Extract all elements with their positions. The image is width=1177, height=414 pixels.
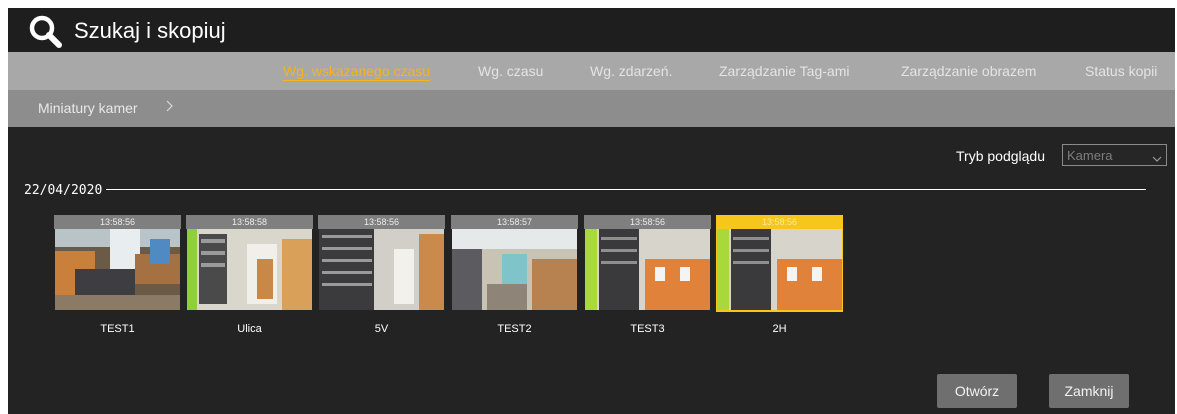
thumbnail-timestamp: 13:58:56: [716, 215, 843, 229]
camera-snapshot: [55, 229, 180, 310]
breadcrumb-camera-thumbnails[interactable]: Miniatury kamer: [38, 100, 138, 116]
tab-bar: Wg. wskazanego czasu Wg. czasu Wg. zdarz…: [8, 52, 1175, 90]
camera-name: Ulica: [237, 323, 262, 335]
thumbnail-timestamp: 13:58:56: [318, 215, 445, 229]
tab-image-management[interactable]: Zarządzanie obrazem: [901, 63, 1036, 79]
camera-thumbnail-ulica[interactable]: 13:58:58 Ulica: [186, 215, 313, 335]
tab-by-time[interactable]: Wg. czasu: [478, 63, 543, 79]
thumbnail-timestamp: 13:58:58: [186, 215, 313, 229]
camera-name: TEST3: [630, 323, 665, 335]
tab-backup-status[interactable]: Status kopii: [1085, 63, 1157, 79]
camera-thumbnail-test1[interactable]: 13:58:56 TEST1: [54, 215, 181, 335]
camera-thumbnail-test2[interactable]: 13:58:57 TEST2: [451, 215, 578, 335]
camera-thumbnail-test3[interactable]: 13:58:56 TEST3: [584, 215, 711, 335]
search-icon: [28, 14, 62, 48]
tab-tag-management[interactable]: Zarządzanie Tag-ami: [719, 63, 849, 79]
camera-snapshot: [187, 229, 312, 310]
tab-by-specified-time[interactable]: Wg. wskazanego czasu: [283, 63, 431, 81]
thumbnail-timestamp: 13:58:57: [451, 215, 578, 229]
thumbnail-timestamp: 13:58:56: [584, 215, 711, 229]
breadcrumb: Miniatury kamer: [8, 90, 1175, 127]
tab-by-events[interactable]: Wg. zdarzeń.: [590, 63, 672, 79]
camera-name: TEST1: [100, 323, 135, 335]
camera-name: 2H: [772, 323, 787, 335]
thumbnail-timestamp: 13:58:56: [54, 215, 181, 229]
camera-snapshot: [319, 229, 444, 310]
search-copy-window: Szukaj i skopiuj Wg. wskazanego czasu Wg…: [8, 8, 1175, 414]
close-button[interactable]: Zamknij: [1049, 374, 1129, 408]
preview-mode-label: Tryb podglądu: [956, 148, 1045, 164]
window-title: Szukaj i skopiuj: [74, 18, 226, 43]
date-divider: [106, 189, 1146, 190]
camera-thumbnail-5v[interactable]: 13:58:56 5V: [318, 215, 445, 335]
date-label: 22/04/2020: [24, 183, 103, 198]
camera-name: TEST2: [497, 323, 532, 335]
title-bar: Szukaj i skopiuj: [8, 8, 1175, 52]
camera-name: 5V: [374, 323, 389, 335]
open-button[interactable]: Otwórz: [937, 374, 1017, 408]
preview-mode-value: Kamera: [1067, 148, 1113, 163]
camera-thumbnail-2h[interactable]: 13:58:56 2H: [716, 215, 843, 335]
camera-snapshot: [452, 229, 577, 310]
chevron-down-icon: [1152, 150, 1162, 162]
camera-snapshot: [717, 229, 842, 310]
chevron-right-icon: [166, 99, 174, 117]
camera-snapshot: [585, 229, 710, 310]
preview-mode-select[interactable]: Kamera: [1062, 144, 1167, 166]
